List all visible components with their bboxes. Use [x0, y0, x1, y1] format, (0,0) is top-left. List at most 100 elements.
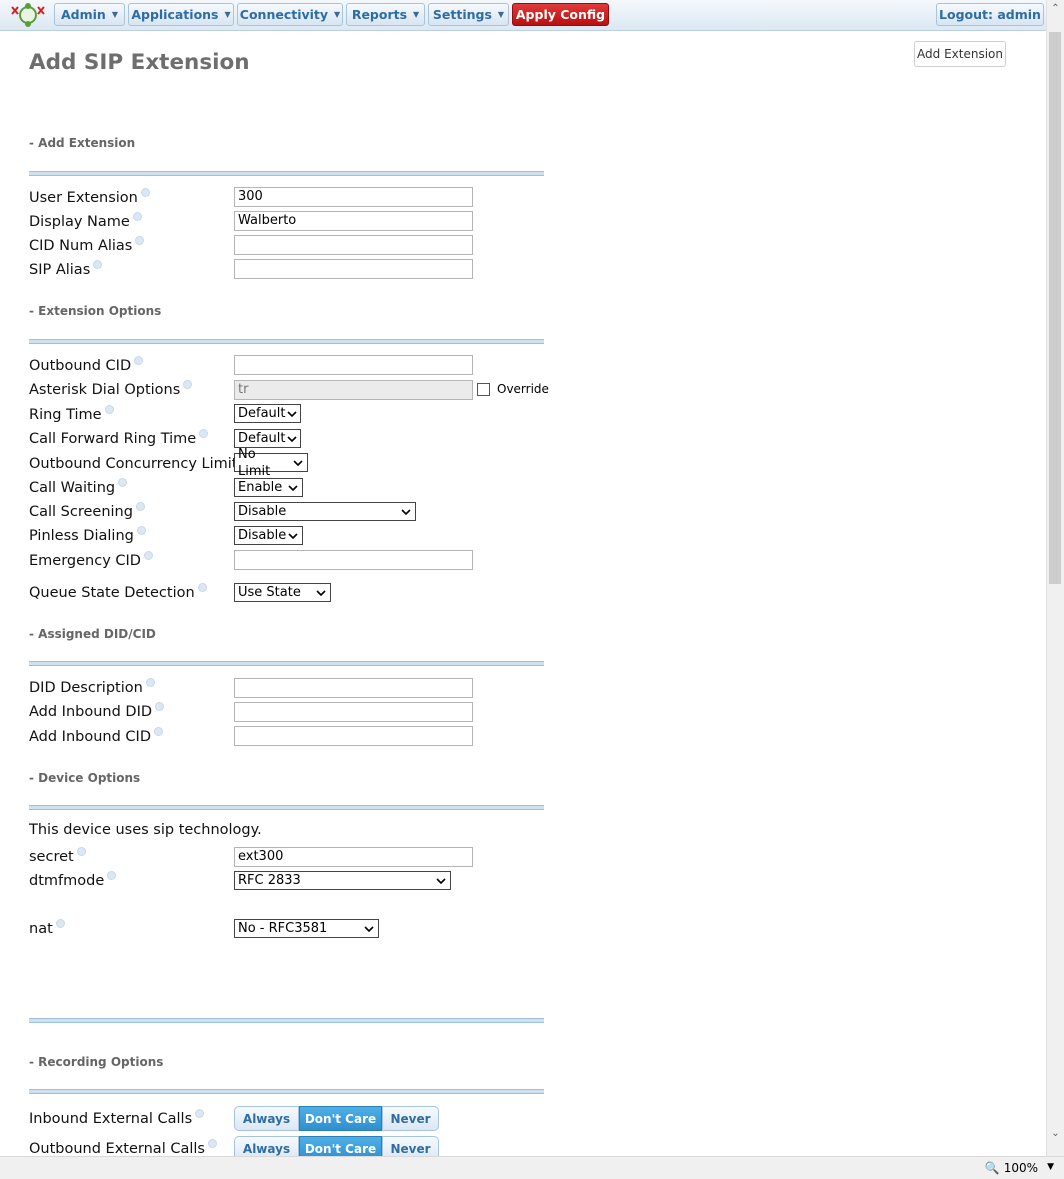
chevron-down-icon: ▼: [334, 10, 341, 19]
outbound-concurrency-label-text: Outbound Concurrency Limit: [29, 456, 238, 472]
sip-alias-label-text: SIP Alias: [29, 262, 91, 278]
nat-select[interactable]: No - RFC3581: [234, 919, 379, 938]
outbound-external-calls-label: Outbound External Calls: [29, 1139, 217, 1157]
help-icon[interactable]: [155, 702, 165, 711]
scroll-up-icon[interactable]: ⌃: [1049, 3, 1062, 15]
outbound-concurrency-label: Outbound Concurrency Limit: [29, 454, 250, 472]
zoom-control[interactable]: 🔍 100%: [985, 1161, 1038, 1175]
queue-state-label-text: Queue State Detection: [29, 585, 195, 601]
help-icon[interactable]: [153, 727, 163, 736]
section-divider: [29, 805, 544, 810]
user-extension-input[interactable]: 300: [234, 187, 473, 207]
queue-state-value: Use State: [238, 585, 301, 600]
user-extension-label-text: User Extension: [29, 190, 138, 206]
nav-settings[interactable]: Settings ▼: [428, 3, 509, 26]
option-always[interactable]: Always: [234, 1106, 299, 1131]
option-dont-care[interactable]: Don't Care: [299, 1106, 382, 1131]
scroll-down-icon[interactable]: ⌄: [1049, 1128, 1062, 1140]
secret-label-text: secret: [29, 849, 74, 865]
section-divider: [29, 661, 544, 666]
pinless-dialing-label-text: Pinless Dialing: [29, 528, 134, 544]
scroll-thumb[interactable]: [1049, 32, 1061, 584]
help-icon[interactable]: [195, 1109, 205, 1118]
add-inbound-cid-input[interactable]: [234, 726, 473, 746]
dtmfmode-select[interactable]: RFC 2833: [234, 871, 451, 890]
zoom-level: 100%: [1003, 1161, 1038, 1175]
help-icon[interactable]: [104, 405, 114, 414]
add-inbound-did-label: Add Inbound DID: [29, 702, 165, 720]
help-icon[interactable]: [107, 871, 117, 880]
help-icon[interactable]: [135, 502, 145, 511]
section-assigned-did[interactable]: - Assigned DID/CID: [29, 627, 156, 641]
did-description-input[interactable]: [234, 678, 473, 698]
dtmfmode-value: RFC 2833: [238, 873, 301, 888]
vertical-scrollbar[interactable]: ⌃ ⌄: [1046, 0, 1064, 1156]
help-icon[interactable]: [207, 1139, 217, 1148]
section-add-extension[interactable]: - Add Extension: [29, 136, 135, 150]
user-extension-label: User Extension: [29, 188, 150, 206]
help-icon[interactable]: [76, 847, 86, 856]
help-icon[interactable]: [132, 212, 142, 221]
display-name-input[interactable]: Walberto: [234, 211, 473, 231]
secret-input[interactable]: ext300: [234, 847, 473, 867]
nav-applications[interactable]: Applications ▼: [128, 3, 234, 26]
help-icon[interactable]: [135, 236, 145, 245]
add-inbound-did-label-text: Add Inbound DID: [29, 704, 153, 720]
chevron-down-icon: [401, 508, 411, 515]
emergency-cid-label-text: Emergency CID: [29, 553, 141, 569]
override-checkbox[interactable]: [477, 382, 490, 396]
help-icon[interactable]: [55, 919, 65, 928]
help-icon[interactable]: [93, 260, 103, 269]
outbound-cid-label-text: Outbound CID: [29, 358, 132, 374]
top-nav-bar: Admin ▼ Applications ▼ Connectivity ▼ Repor…: [0, 0, 1047, 31]
sip-alias-input[interactable]: [234, 259, 473, 279]
add-extension-button[interactable]: Add Extension: [914, 41, 1006, 67]
call-screening-select[interactable]: Disable: [234, 502, 416, 521]
chevron-down-icon: [436, 877, 446, 884]
help-icon[interactable]: [199, 429, 209, 438]
section-extension-options[interactable]: - Extension Options: [29, 304, 161, 318]
logo-icon[interactable]: [6, 2, 50, 28]
option-never[interactable]: Never: [382, 1106, 439, 1131]
apply-config-button[interactable]: Apply Config: [512, 3, 609, 26]
override-checkbox-group[interactable]: Override: [477, 382, 549, 396]
queue-state-select[interactable]: Use State: [234, 583, 331, 602]
call-screening-label: Call Screening: [29, 502, 145, 520]
help-icon[interactable]: [145, 678, 155, 687]
section-device-options[interactable]: - Device Options: [29, 771, 140, 785]
section-recording-options[interactable]: - Recording Options: [29, 1055, 163, 1069]
ring-time-select[interactable]: Default: [234, 404, 301, 423]
call-screening-label-text: Call Screening: [29, 504, 133, 520]
chevron-down-icon: [288, 532, 298, 539]
help-icon[interactable]: [136, 526, 146, 535]
add-inbound-cid-label: Add Inbound CID: [29, 727, 163, 745]
logout-button[interactable]: Logout: admin: [936, 3, 1044, 26]
help-icon[interactable]: [183, 380, 193, 389]
pinless-dialing-value: Disable: [238, 528, 287, 543]
pinless-dialing-select[interactable]: Disable: [234, 526, 303, 545]
help-icon[interactable]: [140, 188, 150, 197]
nav-reports[interactable]: Reports ▼: [346, 3, 425, 26]
nav-connectivity[interactable]: Connectivity ▼: [237, 3, 343, 26]
cid-num-alias-input[interactable]: [234, 235, 473, 255]
dtmfmode-label-text: dtmfmode: [29, 873, 105, 889]
help-icon[interactable]: [134, 356, 144, 365]
help-icon[interactable]: [118, 478, 128, 487]
ring-time-label: Ring Time: [29, 405, 114, 423]
call-waiting-select[interactable]: Enable: [234, 478, 303, 497]
call-screening-value: Disable: [238, 504, 287, 519]
inbound-external-recording-toggle[interactable]: Always Don't Care Never: [234, 1106, 439, 1131]
help-icon[interactable]: [143, 551, 153, 560]
chevron-down-icon[interactable]: ▼: [1047, 1162, 1054, 1172]
did-description-label-text: DID Description: [29, 680, 143, 696]
outbound-cid-input[interactable]: [234, 355, 473, 375]
help-icon[interactable]: [197, 583, 207, 592]
outbound-concurrency-select[interactable]: No Limit: [234, 447, 308, 479]
chevron-down-icon: [293, 459, 303, 466]
nav-admin[interactable]: Admin ▼: [54, 3, 125, 26]
chevron-down-icon: ▼: [224, 10, 231, 19]
chevron-down-icon: ▼: [497, 10, 505, 19]
add-inbound-did-input[interactable]: [234, 702, 473, 722]
emergency-cid-input[interactable]: [234, 550, 473, 570]
nat-value: No - RFC3581: [238, 921, 328, 936]
